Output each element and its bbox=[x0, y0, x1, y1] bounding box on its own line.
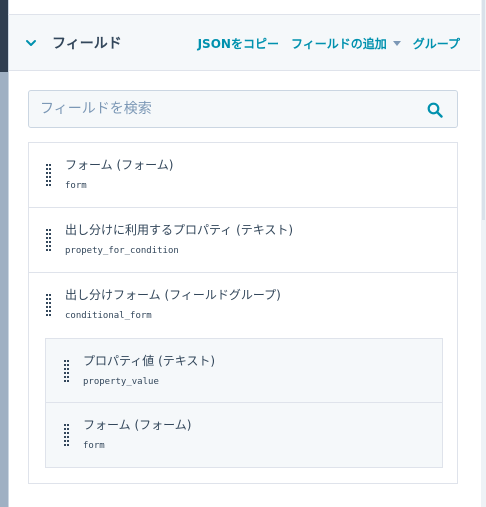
copy-json-link[interactable]: JSONをコピー bbox=[198, 35, 279, 52]
field-name: form bbox=[83, 441, 105, 451]
field-label: 出し分けフォーム (フィールドグループ) bbox=[65, 288, 281, 302]
caret-down-icon bbox=[392, 41, 401, 46]
field-row-form-nested[interactable]: フォーム (フォーム) form bbox=[46, 403, 442, 467]
field-label: プロパティ値 (テキスト) bbox=[83, 354, 216, 368]
left-edge-dark bbox=[0, 0, 8, 72]
field-label: フォーム (フォーム) bbox=[83, 418, 192, 432]
field-search bbox=[28, 90, 458, 128]
field-name: property_value bbox=[83, 377, 159, 387]
group-children: プロパティ値 (テキスト) property_value フォーム (フォーム)… bbox=[45, 338, 443, 468]
section-title: フィールド bbox=[52, 36, 122, 52]
drag-handle-icon[interactable] bbox=[46, 229, 51, 251]
drag-handle-icon[interactable] bbox=[64, 424, 69, 446]
drag-handle-icon[interactable] bbox=[46, 164, 51, 186]
field-label: フォーム (フォーム) bbox=[65, 158, 174, 172]
header-actions: JSONをコピー フィールドの追加 グループ bbox=[198, 35, 460, 52]
scrollbar[interactable] bbox=[481, 0, 486, 507]
field-label: 出し分けに利用するプロパティ (テキスト) bbox=[65, 223, 294, 237]
field-list: フォーム (フォーム) form 出し分けに利用するプロパティ (テキスト) p… bbox=[28, 142, 458, 484]
field-name: form bbox=[65, 181, 87, 191]
search-input[interactable] bbox=[29, 91, 420, 127]
add-field-dropdown[interactable]: フィールドの追加 bbox=[291, 35, 401, 52]
field-row-form[interactable]: フォーム (フォーム) form bbox=[29, 143, 457, 208]
drag-handle-icon[interactable] bbox=[46, 294, 51, 316]
drag-handle-icon[interactable] bbox=[64, 360, 69, 382]
field-name: conditional_form bbox=[65, 311, 152, 321]
field-name: propety_for_condition bbox=[65, 246, 179, 256]
search-icon[interactable] bbox=[427, 102, 443, 118]
field-row-property-value[interactable]: プロパティ値 (テキスト) property_value bbox=[46, 339, 442, 403]
fields-header: フィールド JSONをコピー フィールドの追加 グループ bbox=[9, 15, 480, 71]
field-row-propety-for-condition[interactable]: 出し分けに利用するプロパティ (テキスト) propety_for_condit… bbox=[29, 208, 457, 273]
add-field-label: フィールドの追加 bbox=[290, 37, 387, 51]
left-edge-strip bbox=[0, 0, 8, 507]
chevron-down-icon[interactable] bbox=[23, 35, 39, 51]
scrollbar-thumb[interactable] bbox=[482, 0, 485, 220]
group-link[interactable]: グループ bbox=[413, 35, 460, 52]
